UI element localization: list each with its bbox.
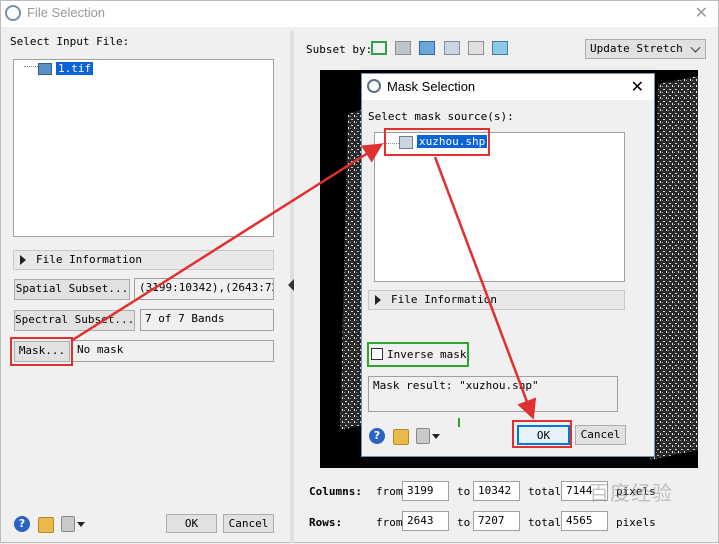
dialog-file-information-label: File Information [391,293,497,306]
spectral-subset-value: 7 of 7 Bands [140,309,274,331]
columns-total-label: total [528,485,562,498]
select-input-file-label: Select Input File: [10,35,130,48]
image-subset-icon[interactable] [419,41,435,55]
dropdown-arrow-icon[interactable] [77,522,85,527]
chevron-down-icon [690,42,701,53]
raster-file-icon [38,63,52,75]
rows-from-input[interactable]: 2643 [402,511,449,531]
spatial-subset-button[interactable]: Spatial Subset... [14,279,130,300]
rows-label: Rows: [309,516,343,529]
display-subset-icon[interactable] [395,41,411,55]
dialog-title: Mask Selection [387,79,476,94]
pane-splitter[interactable] [288,31,294,543]
columns-label: Columns: [309,485,362,498]
dialog-open-folder-icon[interactable] [393,429,409,445]
dialog-help-icon[interactable]: ? [369,428,385,444]
window-title: File Selection [27,5,106,20]
dialog-close-icon[interactable]: ✕ [631,77,644,97]
select-mask-source-label: Select mask source(s): [368,110,514,123]
expand-triangle-icon [375,295,381,305]
rectangle-subset-icon[interactable] [371,41,387,55]
mask-value: No mask [72,340,274,362]
mask-source-highlight [384,128,490,156]
spatial-subset-value: (3199:10342),(2643:7207) [134,278,274,300]
vector-subset-icon[interactable] [444,41,460,55]
stretch-select[interactable]: Update Stretch [585,39,706,59]
columns-from-input[interactable]: 3199 [402,481,449,501]
dialog-cancel-button[interactable]: Cancel [575,425,626,445]
file-information-expander[interactable]: File Information [13,250,274,270]
dialog-dropdown-arrow-icon[interactable] [432,434,440,439]
dialog-ok-highlight [512,420,572,448]
rows-total-value: 4565 [561,511,608,531]
expand-triangle-icon [20,255,26,265]
dialog-file-information-expander[interactable]: File Information [368,290,625,310]
cancel-button[interactable]: Cancel [223,514,274,533]
help-icon[interactable]: ? [14,516,30,532]
mask-result-box: Mask result: "xuzhou.shp" [368,376,618,412]
dialog-titlebar: Mask Selection ✕ [362,74,654,100]
columns-to-input[interactable]: 10342 [473,481,520,501]
rows-from-label: from [376,516,403,529]
stretch-select-value: Update Stretch [590,42,683,55]
collapse-arrow-icon[interactable] [288,279,294,291]
app-icon [5,5,21,21]
rows-to-input[interactable]: 7207 [473,511,520,531]
columns-from-label: from [376,485,403,498]
rows-pixels-label: pixels [616,516,656,529]
subset-by-label: Subset by: [306,43,373,56]
columns-to-label: to [457,485,471,498]
file-item-1tif[interactable]: 1.tif [56,62,94,75]
close-icon[interactable]: ✕ [695,3,708,23]
file-selection-window: File Selection ✕ Select Input File: 1.ti… [0,0,719,543]
mask-button-highlight [10,337,73,366]
dialog-app-icon [367,79,381,93]
open-folder-icon[interactable] [38,517,54,533]
roi-subset-icon[interactable] [468,41,484,55]
input-file-list[interactable]: 1.tif [13,59,274,237]
watermark: 百度经验 [589,481,673,505]
file-information-label: File Information [36,253,142,266]
file-subset-icon[interactable] [492,41,508,55]
dialog-tools-icon[interactable] [416,428,430,444]
file-item-label: 1.tif [56,62,94,75]
rows-to-label: to [457,516,471,529]
inverse-mask-highlight [367,342,469,367]
window-titlebar: File Selection ✕ [1,1,718,27]
spectral-subset-button[interactable]: Spectral Subset... [14,310,135,331]
tools-icon[interactable] [61,516,75,532]
rows-total-label: total [528,516,562,529]
ok-button[interactable]: OK [166,514,217,533]
